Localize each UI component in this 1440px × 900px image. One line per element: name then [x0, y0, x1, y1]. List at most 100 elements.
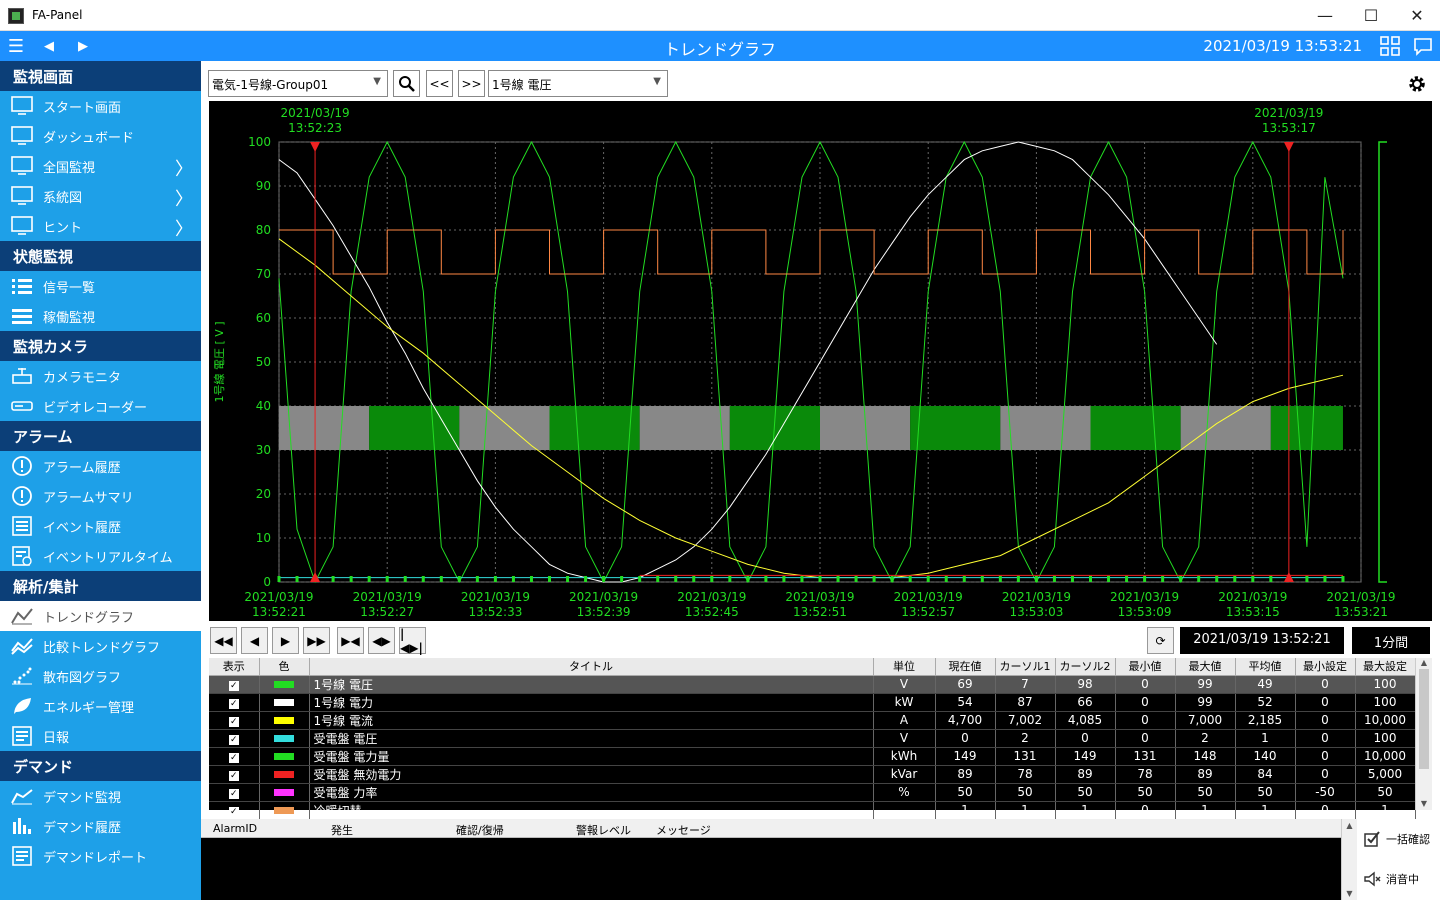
sidebar-item[interactable]: 比較トレンドグラフ: [0, 631, 201, 661]
column-header[interactable]: 最大値: [1175, 658, 1236, 676]
cursor-converge-button[interactable]: ▶◀: [337, 627, 364, 654]
series-line: [279, 229, 1344, 275]
column-header[interactable]: カーソル1: [995, 658, 1056, 676]
table-scrollbar[interactable]: ▲ ▼: [1415, 658, 1432, 810]
series-marker: [926, 576, 930, 582]
signal-select[interactable]: 1号線 電圧 ▼: [488, 70, 668, 97]
sidebar-item[interactable]: デマンド履歴: [0, 811, 201, 841]
table-row[interactable]: ✓ 1号線 電流 A 4,700 7,002 4,085 0 7,000 2,185 0 10,00…: [209, 711, 1416, 730]
settings-button[interactable]: [1403, 70, 1430, 97]
prev-group-button[interactable]: <<: [426, 70, 453, 97]
rewind-fast-button[interactable]: ◀◀: [210, 627, 237, 654]
table-row[interactable]: ✓ 受電盤 無効電力 kVar 89 78 89 78 89 84 0 5,000: [209, 765, 1416, 784]
refresh-button[interactable]: ⟳: [1147, 627, 1174, 654]
state-band-segment: [369, 406, 460, 450]
sidebar-item[interactable]: 系統図 〉: [0, 181, 201, 211]
table-row[interactable]: ✓ 受電盤 電力量 kWh 149 131 149 131 148 140 0 10,000: [209, 747, 1416, 766]
group-select[interactable]: 電気-1号線-Group01 ▼: [208, 70, 388, 97]
visibility-checkbox[interactable]: ✓: [209, 765, 260, 784]
maximize-icon[interactable]: ☐: [1348, 0, 1394, 31]
sidebar-item[interactable]: スタート画面: [0, 91, 201, 121]
next-group-button[interactable]: >>: [458, 70, 485, 97]
visibility-checkbox[interactable]: ✓: [209, 729, 260, 748]
sidebar-item[interactable]: 散布図グラフ: [0, 661, 201, 691]
search-button[interactable]: [393, 70, 420, 97]
sidebar-item[interactable]: イベントリアルタイム: [0, 541, 201, 571]
alarm-scrollbar[interactable]: ▲ ▼: [1341, 819, 1357, 900]
x-tick-date: 2021/03/19: [244, 590, 313, 604]
column-header[interactable]: 最大設定: [1355, 658, 1416, 676]
confirm-all-button[interactable]: 一括確認: [1357, 819, 1440, 859]
time-span-display[interactable]: 1分間: [1352, 627, 1430, 654]
sidebar-item[interactable]: デマンドレポート: [0, 841, 201, 871]
sidebar-item[interactable]: カメラモニタ: [0, 361, 201, 391]
checkbox-icon[interactable]: ✓: [228, 753, 239, 763]
trend-chart-svg[interactable]: 10090807060504030201002021/03/1913:52:21…: [209, 101, 1432, 621]
visibility-checkbox[interactable]: ✓: [209, 711, 260, 730]
alarm-column-header[interactable]: メッセージ: [656, 822, 711, 838]
cursor-expand-button[interactable]: ◀▶: [368, 627, 395, 654]
checkbox-icon[interactable]: ✓: [228, 699, 239, 709]
cursor-time-display[interactable]: 2021/03/19 13:52:21: [1180, 627, 1344, 654]
table-row[interactable]: ✓ 受電盤 電圧 V 0 2 0 0 2 1 0 100: [209, 729, 1416, 748]
forward-fast-button[interactable]: ▶▶: [303, 627, 330, 654]
sidebar-item[interactable]: ヒント 〉: [0, 211, 201, 241]
table-row[interactable]: ✓ 冷暖切替 1 1 1 0 1 1 0 1: [209, 801, 1416, 820]
alarm-column-header[interactable]: AlarmID: [213, 822, 257, 835]
visibility-checkbox[interactable]: ✓: [209, 747, 260, 766]
checkbox-icon[interactable]: ✓: [228, 771, 239, 781]
column-header[interactable]: 表示: [209, 658, 260, 676]
column-header[interactable]: 現在値: [935, 658, 996, 676]
sidebar-item[interactable]: 信号一覧: [0, 271, 201, 301]
checkbox-icon[interactable]: ✓: [228, 789, 239, 799]
column-header[interactable]: 色: [259, 658, 310, 676]
column-header[interactable]: カーソル2: [1055, 658, 1116, 676]
alarm-list[interactable]: [201, 838, 1341, 900]
cell-cursor2: 0: [1055, 729, 1116, 748]
alarm-column-header[interactable]: 確認/復帰: [456, 822, 504, 838]
sidebar-item[interactable]: アラームサマリ: [0, 481, 201, 511]
sidebar-item[interactable]: 日報: [0, 721, 201, 751]
table-row[interactable]: ✓ 1号線 電力 kW 54 87 66 0 99 52 0 100: [209, 693, 1416, 712]
sidebar-section-title: 監視画面: [0, 61, 201, 91]
grid-view-icon[interactable]: [1379, 35, 1401, 57]
mute-button[interactable]: 消音中: [1357, 859, 1440, 899]
table-row[interactable]: ✓ 受電盤 力率% 50 50 50 50 50 50 -50 50: [209, 783, 1416, 802]
table-row[interactable]: ✓ 1号線 電圧 V 69 7 98 0 99 49 0 100: [209, 675, 1416, 694]
trend-chart[interactable]: 100 90 80 70 60 50 40 30 20 10 0 2021/03/19 13:52:21…: [209, 101, 1432, 621]
sidebar-item[interactable]: ダッシュボード: [0, 121, 201, 151]
cursor-edges-button[interactable]: |◀▶|: [399, 627, 426, 655]
column-header[interactable]: 単位: [873, 658, 936, 676]
column-header[interactable]: タイトル: [309, 658, 874, 676]
minimize-icon[interactable]: —: [1302, 0, 1348, 31]
close-icon[interactable]: ✕: [1394, 0, 1440, 31]
sidebar-item[interactable]: ビデオレコーダー: [0, 391, 201, 421]
sidebar-item[interactable]: エネルギー管理: [0, 691, 201, 721]
visibility-checkbox[interactable]: ✓: [209, 801, 260, 820]
sidebar-item[interactable]: トレンドグラフ: [0, 601, 201, 631]
sidebar-item[interactable]: 全国監視 〉: [0, 151, 201, 181]
x-tick-time: 13:52:51: [793, 605, 847, 619]
sidebar-item[interactable]: アラーム履歴: [0, 451, 201, 481]
message-icon[interactable]: [1412, 35, 1434, 57]
step-back-button[interactable]: ◀: [241, 627, 268, 654]
alarm-column-header[interactable]: 警報レベル: [576, 822, 631, 838]
sidebar-item[interactable]: イベント履歴: [0, 511, 201, 541]
sidebar-item[interactable]: デマンド監視: [0, 781, 201, 811]
series-marker: [962, 576, 966, 582]
checkbox-icon[interactable]: ✓: [228, 717, 239, 727]
visibility-checkbox[interactable]: ✓: [209, 675, 260, 694]
sidebar-item[interactable]: 稼働監視: [0, 301, 201, 331]
visibility-checkbox[interactable]: ✓: [209, 783, 260, 802]
checkbox-icon[interactable]: ✓: [228, 807, 239, 817]
checkbox-icon[interactable]: ✓: [228, 681, 239, 691]
cursor-top-marker: [1283, 142, 1294, 152]
alarm-column-header[interactable]: 発生: [331, 822, 353, 838]
step-forward-button[interactable]: ▶: [272, 627, 299, 654]
checkbox-icon[interactable]: ✓: [228, 735, 239, 745]
visibility-checkbox[interactable]: ✓: [209, 693, 260, 712]
column-header[interactable]: 平均値: [1235, 658, 1296, 676]
column-header[interactable]: 最小設定: [1295, 658, 1356, 676]
series-marker: [1323, 576, 1327, 582]
column-header[interactable]: 最小値: [1115, 658, 1176, 676]
